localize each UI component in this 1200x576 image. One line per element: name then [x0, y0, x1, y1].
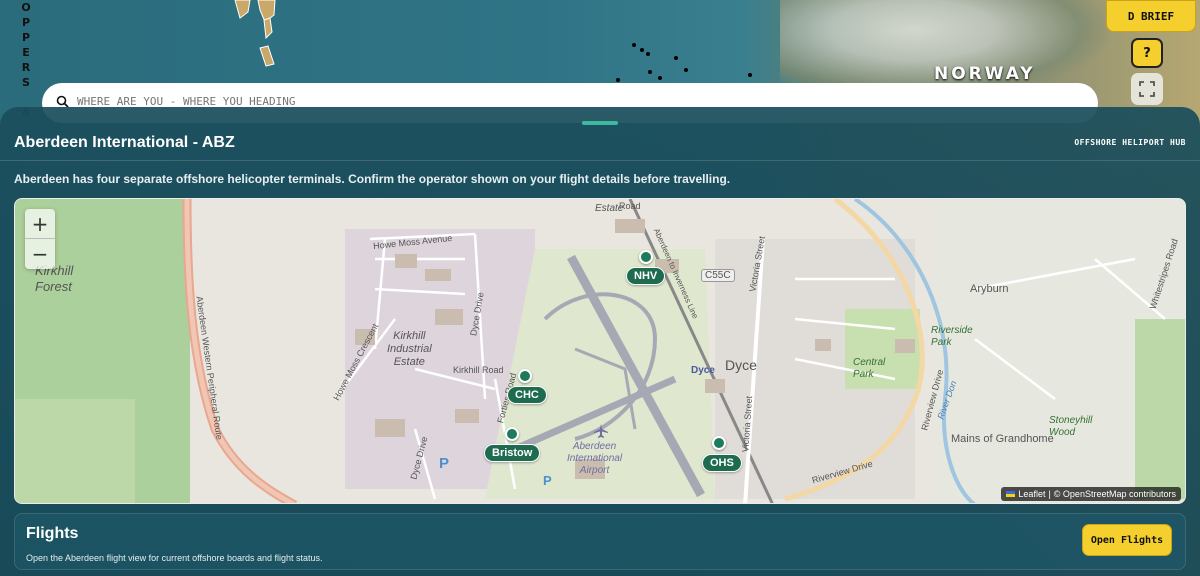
leaflet-link[interactable]: Leaflet — [1018, 489, 1045, 499]
label-aryburn: Aryburn — [970, 283, 1009, 295]
attribution-separator: | — [1048, 489, 1051, 499]
flights-card: Flights Open the Aberdeen flight view fo… — [14, 513, 1186, 570]
terminal-marker-chc[interactable] — [518, 369, 532, 383]
terminal-label-chc[interactable]: CHC — [507, 386, 547, 404]
terminal-marker-nhv[interactable] — [639, 250, 653, 264]
country-label-norway: NORWAY — [934, 64, 1036, 84]
brief-button[interactable]: D BRIEF — [1106, 0, 1196, 32]
label-central-park: Central Park — [853, 357, 886, 380]
airport-icon — [594, 424, 608, 438]
map-attribution: Leaflet | © OpenStreetMap contributors — [1001, 487, 1181, 501]
heliport-hub-tag: OFFSHORE HELIPORT HUB — [1074, 138, 1186, 147]
label-dyce-station: Dyce — [691, 365, 715, 376]
label-c55c: C55C — [701, 269, 735, 282]
terminal-marker-ohs[interactable] — [712, 436, 726, 450]
label-dyce: Dyce — [725, 357, 757, 373]
label-kirkhill-estate: Kirkhill Industrial Estate — [387, 330, 432, 368]
bg-vertical-label: OPPERS A — [21, 1, 31, 119]
terminal-label-nhv[interactable]: NHV — [626, 267, 666, 285]
zoom-in-button[interactable]: + — [25, 209, 55, 239]
sheet-divider — [0, 160, 1200, 161]
bg-islands — [234, 0, 276, 67]
terminal-label-ohs[interactable]: OHS — [702, 454, 742, 472]
airport-sheet: Aberdeen International - ABZ OFFSHORE HE… — [0, 107, 1200, 576]
parking-icon-2: P — [543, 473, 552, 488]
zoom-out-button[interactable]: − — [25, 239, 55, 269]
label-road: Road — [619, 201, 641, 211]
label-stoneyhill-wood: Stoneyhill Wood — [1049, 415, 1093, 438]
osm-link[interactable]: © OpenStreetMap contributors — [1054, 489, 1176, 499]
fullscreen-button[interactable] — [1131, 73, 1163, 105]
terminal-label-bristow[interactable]: Bristow — [484, 444, 541, 462]
label-riverside-park: Riverside Park — [931, 325, 973, 348]
airport-map[interactable]: Kirkhill Forest Kirkhill Industrial Esta… — [14, 198, 1186, 504]
label-aberdeen-airport: Aberdeen International Airport — [567, 441, 623, 476]
help-button[interactable]: ? — [1131, 38, 1163, 68]
parking-icon: P — [439, 455, 450, 472]
zoom-control: + − — [25, 209, 55, 269]
ukraine-flag-icon — [1006, 491, 1016, 497]
airport-title: Aberdeen International - ABZ — [14, 134, 235, 151]
sheet-drag-handle[interactable] — [582, 121, 618, 125]
fullscreen-icon — [1139, 81, 1155, 97]
sheet-description: Aberdeen has four separate offshore heli… — [14, 172, 731, 186]
flights-title: Flights — [26, 525, 79, 542]
label-mains-of-grandhome: Mains of Grandhome — [951, 433, 1054, 445]
label-kirkhill-road: Kirkhill Road — [453, 365, 504, 375]
open-flights-button[interactable]: Open Flights — [1082, 524, 1172, 556]
flights-description: Open the Aberdeen flight view for curren… — [26, 553, 323, 563]
terminal-marker-bristow[interactable] — [505, 427, 519, 441]
